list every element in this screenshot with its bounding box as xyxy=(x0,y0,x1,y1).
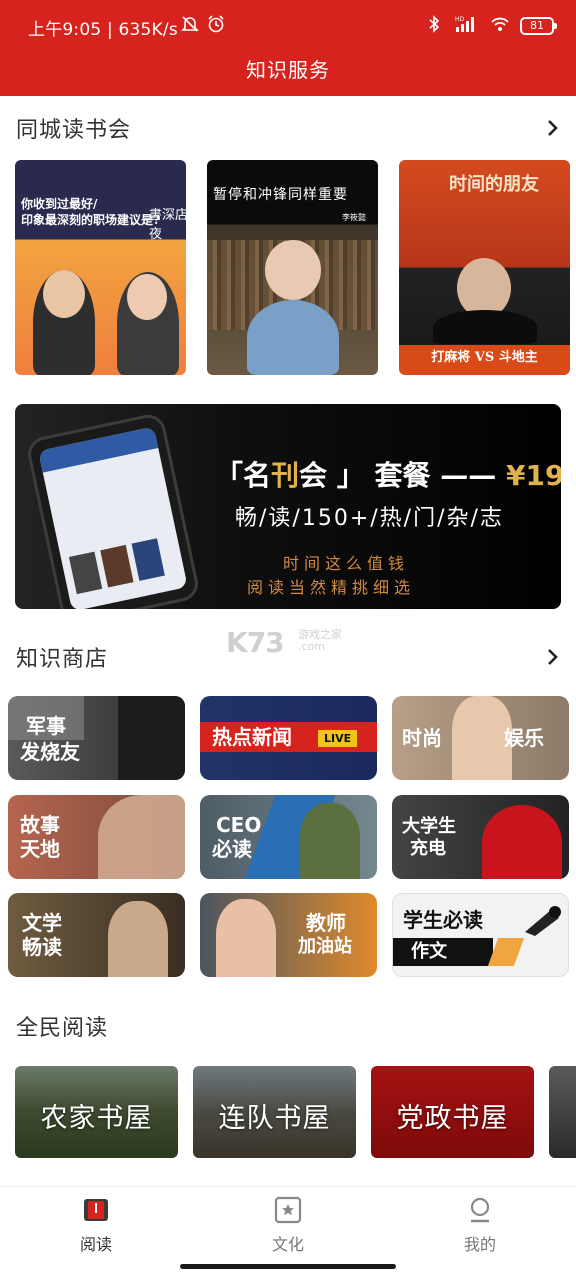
status-time: 上午9:05 | 635K/s xyxy=(28,20,178,40)
store-header[interactable]: 知识商店 xyxy=(16,637,560,677)
live-badge: LIVE xyxy=(318,730,358,747)
pen-icon xyxy=(525,906,561,936)
card-brand: 时间的朋友 xyxy=(449,174,539,195)
speaker-face xyxy=(127,274,167,320)
card-tag: 書深店夜 xyxy=(149,208,186,242)
card-author: 李筱懿 xyxy=(342,213,366,222)
promo-title: 「名刊会 」 套餐 —— ¥198 xyxy=(215,454,561,494)
app-header: 上午9:05 | 635K/s HD 81 知识服务 xyxy=(0,0,576,96)
status-bar: 上午9:05 | 635K/s HD 81 xyxy=(0,0,576,52)
store-tile-hot-news[interactable]: 热点新闻 LIVE xyxy=(200,696,377,780)
page-title: 知识服务 xyxy=(246,58,330,82)
store-tile-military[interactable]: 军事 发烧友 xyxy=(8,696,185,780)
speaker-photo xyxy=(433,310,537,344)
tab-culture[interactable]: 文化 xyxy=(248,1195,328,1255)
store-tile-teacher[interactable]: 教师 加油站 xyxy=(200,893,377,977)
svg-text:HD: HD xyxy=(455,16,465,23)
chevron-right-icon[interactable] xyxy=(546,647,560,667)
book-club-header[interactable]: 同城读书会 xyxy=(16,108,560,148)
book-icon xyxy=(84,1199,108,1221)
promo-subtitle: 畅/读/150+/热/门/杂/志 xyxy=(235,506,504,531)
card-caption: 打麻将 VS 斗地主 xyxy=(431,350,538,365)
store-tile-fashion[interactable]: 时尚 娱乐 xyxy=(392,696,569,780)
store-tile-ceo[interactable]: CEO 必读 xyxy=(200,795,377,879)
bluetooth-icon xyxy=(424,14,444,38)
speaker-face xyxy=(457,258,511,318)
card-headline-1: 你收到过最好/ xyxy=(21,197,98,211)
section-title: 知识商店 xyxy=(16,647,109,672)
speaker-face xyxy=(43,270,85,318)
wifi-icon xyxy=(490,14,510,38)
promo-price: ¥198 xyxy=(506,459,561,492)
person-icon xyxy=(470,1197,490,1223)
home-indicator[interactable] xyxy=(180,1264,396,1269)
national-card-army[interactable]: 连队书屋 xyxy=(193,1066,356,1158)
speaker-photo xyxy=(247,300,339,375)
magazine-promo-banner[interactable]: 「名刊会 」 套餐 —— ¥198 畅/读/150+/热/门/杂/志 时间这么值… xyxy=(15,404,561,609)
tab-reading[interactable]: 阅读 xyxy=(56,1195,136,1255)
national-card-party[interactable]: 党政书屋 xyxy=(371,1066,534,1158)
card-headline: 暂停和冲锋同样重要 xyxy=(213,187,348,203)
signal-icon: HD xyxy=(454,14,480,38)
store-tile-college[interactable]: 大学生 充电 xyxy=(392,795,569,879)
battery-indicator: 81 xyxy=(520,17,557,35)
tab-mine[interactable]: 我的 xyxy=(440,1195,520,1255)
store-tile-literature[interactable]: 文学 畅读 xyxy=(8,893,185,977)
speaker-face xyxy=(265,240,321,300)
phone-illustration xyxy=(24,411,202,609)
national-card-partial[interactable] xyxy=(549,1066,576,1158)
star-square-icon xyxy=(274,1196,302,1224)
card-headline-2: 印象最深刻的职场建议是? xyxy=(21,213,161,227)
chevron-right-icon[interactable] xyxy=(546,118,560,138)
book-club-card[interactable]: 暂停和冲锋同样重要 李筱懿 xyxy=(207,160,378,375)
promo-slogan-2: 阅读当然精挑细选 xyxy=(247,578,416,597)
promo-slogan-1: 时间这么值钱 xyxy=(283,554,410,573)
book-club-card[interactable]: 时间的朋友 打麻将 VS 斗地主 xyxy=(399,160,570,375)
store-tile-required-reading[interactable]: 学生必读 作文 xyxy=(392,893,569,977)
national-card-farm[interactable]: 农家书屋 xyxy=(15,1066,178,1158)
section-title: 全民阅读 xyxy=(16,1016,109,1041)
alarm-icon xyxy=(206,14,226,38)
store-tile-stories[interactable]: 故事 天地 xyxy=(8,795,185,879)
book-club-card[interactable]: 你收到过最好/ 印象最深刻的职场建议是? 書深店夜 xyxy=(15,160,186,375)
mute-icon xyxy=(180,14,200,38)
section-title: 同城读书会 xyxy=(16,118,132,143)
national-reading-header: 全民阅读 xyxy=(16,1006,560,1046)
